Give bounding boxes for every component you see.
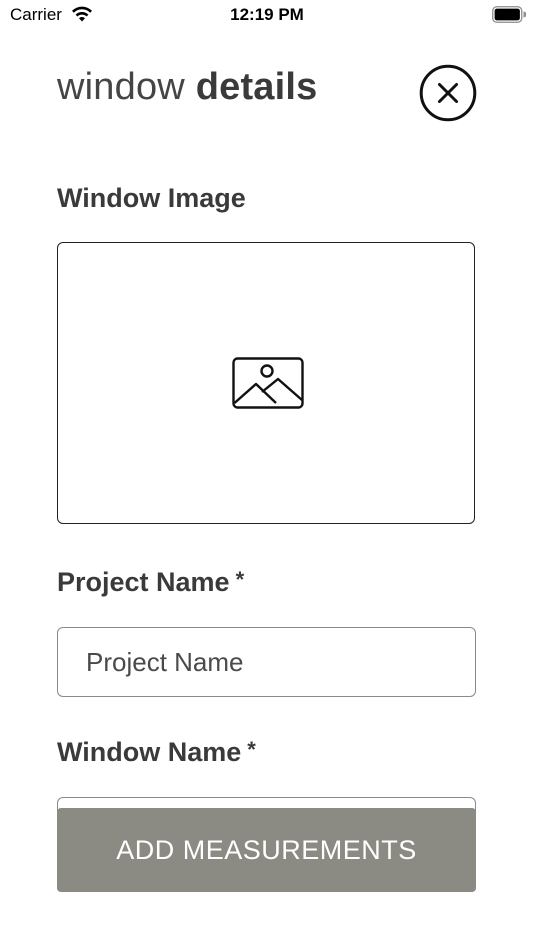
add-measurements-button[interactable]: ADD MEASUREMENTS bbox=[57, 808, 476, 892]
project-name-label: Project Name * bbox=[57, 567, 244, 598]
close-icon bbox=[419, 64, 477, 122]
required-marker: * bbox=[247, 737, 256, 762]
page-title-bold: details bbox=[195, 66, 318, 108]
status-bar: Carrier 12:19 PM bbox=[0, 0, 534, 32]
status-time: 12:19 PM bbox=[230, 5, 304, 24]
window-image-picker[interactable] bbox=[57, 242, 475, 524]
project-name-input[interactable] bbox=[57, 627, 476, 697]
image-icon bbox=[232, 357, 304, 409]
battery-icon bbox=[492, 6, 526, 23]
page-title: window details bbox=[57, 66, 318, 109]
window-image-label: Window Image bbox=[57, 183, 246, 213]
project-name-label-text: Project Name bbox=[57, 567, 230, 597]
page-title-light: window bbox=[57, 66, 185, 108]
close-button[interactable] bbox=[419, 64, 477, 122]
window-name-label: Window Name * bbox=[57, 737, 256, 768]
required-marker: * bbox=[235, 567, 245, 592]
window-name-label-text: Window Name bbox=[57, 737, 242, 767]
